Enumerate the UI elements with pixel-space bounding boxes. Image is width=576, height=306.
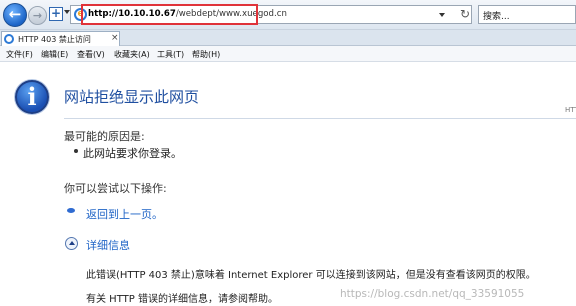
reason-item: 此网站要求你登录。	[83, 147, 182, 160]
back-arrow-icon[interactable]: ←	[3, 3, 27, 27]
detail-help-text: 有关 HTTP 错误的详细信息，请参阅帮助。	[86, 294, 278, 305]
menu-help[interactable]: 帮助(H)	[192, 49, 220, 60]
page-title: 网站拒绝显示此网页	[64, 88, 200, 106]
back-link[interactable]: 返回到上一页。	[86, 206, 163, 222]
forward-arrow-icon[interactable]: →	[28, 6, 47, 25]
refresh-icon[interactable]: ↻	[460, 7, 470, 21]
ie-tab-icon	[4, 34, 14, 44]
corner-text: HTT	[565, 106, 576, 114]
tab-http-403[interactable]: HTTP 403 禁止访问 ×	[1, 31, 120, 47]
search-input[interactable]: 搜索...	[483, 9, 510, 22]
info-icon: i	[15, 80, 49, 114]
watermark: https://blog.csdn.net/qq_33591055	[340, 288, 525, 300]
close-icon[interactable]: ×	[111, 33, 119, 43]
url-highlight-box	[81, 4, 258, 25]
divider	[64, 118, 576, 119]
menu-tools[interactable]: 工具(T)	[157, 49, 184, 60]
address-dropdown-icon[interactable]	[439, 13, 445, 17]
search-box[interactable]: 搜索...	[478, 5, 576, 24]
tab-bar: HTTP 403 禁止访问 ×	[0, 30, 576, 47]
menu-view[interactable]: 查看(V)	[77, 49, 105, 60]
try-heading: 你可以尝试以下操作:	[64, 182, 167, 195]
menu-favorites[interactable]: 收藏夹(A)	[114, 49, 150, 60]
tab-title: HTTP 403 禁止访问	[18, 35, 91, 44]
details-link[interactable]: 详细信息	[86, 237, 130, 253]
reasons-heading: 最可能的原因是:	[64, 130, 145, 143]
expand-details-icon[interactable]	[65, 237, 78, 250]
menu-bar: 文件(F) 编辑(E) 查看(V) 收藏夹(A) 工具(T) 帮助(H)	[0, 46, 576, 62]
blue-bullet-icon	[67, 208, 75, 213]
detail-text: 此错误(HTTP 403 禁止)意味着 Internet Explorer 可以…	[86, 270, 536, 281]
new-tab-plus-icon[interactable]: +	[49, 7, 63, 21]
bullet-icon	[74, 149, 78, 153]
menu-file[interactable]: 文件(F)	[6, 49, 33, 60]
menu-edit[interactable]: 编辑(E)	[41, 49, 68, 60]
